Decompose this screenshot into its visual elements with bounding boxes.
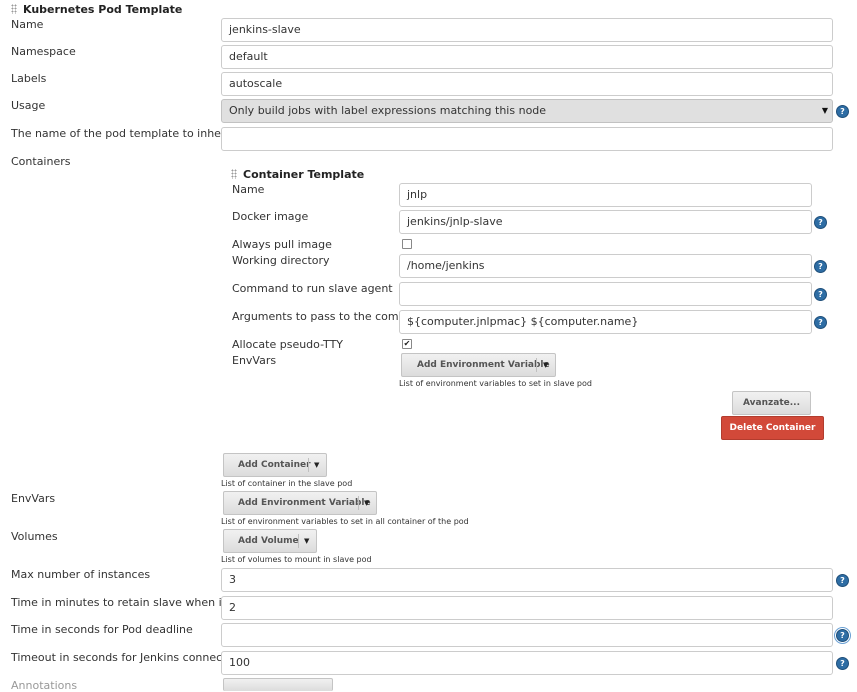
namespace-input[interactable]: default — [221, 45, 833, 69]
help-icon[interactable]: ? — [814, 216, 827, 229]
max-instances-input[interactable]: 3 — [221, 568, 833, 592]
container-add-env-button[interactable]: Add Environment Variable ▼ — [401, 353, 556, 377]
pod-deadline-input[interactable] — [221, 623, 833, 647]
button-divider — [358, 496, 359, 510]
container-env-hint: List of environment variables to set in … — [399, 379, 592, 388]
containers-hint: List of container in the slave pod — [221, 479, 353, 488]
tty-checkbox[interactable]: ✔ — [402, 339, 412, 349]
annotations-label: Annotations — [11, 679, 78, 692]
help-icon[interactable]: ? — [814, 316, 827, 329]
working-dir-input[interactable]: /home/jenkins — [399, 254, 812, 278]
add-volume-label: Add Volume — [238, 536, 299, 546]
timeout-label: Timeout in seconds for Jenkins connectio… — [11, 651, 244, 664]
pod-deadline-label: Time in seconds for Pod deadline — [11, 623, 193, 636]
container-add-env-label: Add Environment Variable — [417, 360, 550, 370]
pod-template-title: Kubernetes Pod Template — [23, 3, 183, 16]
caret-down-icon: ▼ — [304, 537, 310, 545]
usage-select[interactable]: Only build jobs with label expressions m… — [221, 99, 833, 123]
drag-handle-icon[interactable] — [231, 169, 237, 179]
labels-input[interactable]: autoscale — [221, 72, 833, 96]
retain-idle-label: Time in minutes to retain slave when idl… — [11, 596, 239, 609]
command-label: Command to run slave agent — [232, 282, 393, 295]
pod-name-label: Name — [11, 18, 44, 31]
command-input[interactable] — [399, 282, 812, 306]
docker-image-input[interactable]: jenkins/jnlp-slave — [399, 210, 812, 234]
inherit-from-input[interactable] — [221, 127, 833, 151]
envvars-hint: List of environment variables to set in … — [221, 517, 469, 526]
add-env-label: Add Environment Variable — [238, 498, 371, 508]
add-container-button[interactable]: Add Container ▼ — [223, 453, 327, 477]
button-divider — [308, 458, 309, 472]
button-divider — [298, 534, 299, 548]
always-pull-checkbox[interactable] — [402, 239, 412, 249]
button-divider — [536, 358, 537, 372]
add-env-button[interactable]: Add Environment Variable ▼ — [223, 491, 377, 515]
volumes-hint: List of volumes to mount in slave pod — [221, 555, 372, 564]
delete-container-button[interactable]: Delete Container — [721, 416, 824, 440]
docker-image-label: Docker image — [232, 210, 309, 223]
container-name-label: Name — [232, 183, 265, 196]
timeout-input[interactable]: 100 — [221, 651, 833, 675]
help-icon[interactable]: ? — [814, 288, 827, 301]
chevron-down-icon: ▼ — [821, 106, 828, 115]
max-instances-label: Max number of instances — [11, 568, 151, 581]
retain-idle-input[interactable]: 2 — [221, 596, 833, 620]
caret-down-icon: ▼ — [314, 461, 320, 469]
pod-name-input[interactable]: jenkins-slave — [221, 18, 833, 42]
container-envvars-label: EnvVars — [232, 354, 277, 367]
drag-handle-icon[interactable] — [11, 4, 17, 14]
labels-label: Labels — [11, 72, 47, 85]
add-annotation-button[interactable] — [223, 678, 333, 691]
tty-label: Allocate pseudo-TTY — [232, 338, 344, 351]
help-icon[interactable]: ? — [836, 657, 849, 670]
working-dir-label: Working directory — [232, 254, 330, 267]
container-template-title: Container Template — [243, 168, 365, 181]
args-input[interactable]: ${computer.jnlpmac} ${computer.name} — [399, 310, 812, 334]
volumes-label: Volumes — [11, 530, 58, 543]
checkmark-icon: ✔ — [403, 339, 411, 348]
always-pull-label: Always pull image — [232, 238, 332, 251]
add-volume-button[interactable]: Add Volume ▼ — [223, 529, 317, 553]
namespace-label: Namespace — [11, 45, 76, 58]
container-name-input[interactable]: jnlp — [399, 183, 812, 207]
usage-label: Usage — [11, 99, 46, 112]
help-icon[interactable]: ? — [814, 260, 827, 273]
help-icon[interactable]: ? — [836, 105, 849, 118]
caret-down-icon: ▼ — [364, 499, 370, 507]
advanced-button[interactable]: Avanzate... — [732, 391, 811, 415]
caret-down-icon: ▼ — [543, 361, 549, 369]
usage-selected-value: Only build jobs with label expressions m… — [229, 104, 547, 117]
help-icon[interactable]: ? — [836, 574, 849, 587]
add-container-label: Add Container — [238, 460, 311, 470]
containers-label: Containers — [11, 155, 71, 168]
envvars-label: EnvVars — [11, 492, 56, 505]
help-icon[interactable]: ? — [834, 627, 851, 644]
